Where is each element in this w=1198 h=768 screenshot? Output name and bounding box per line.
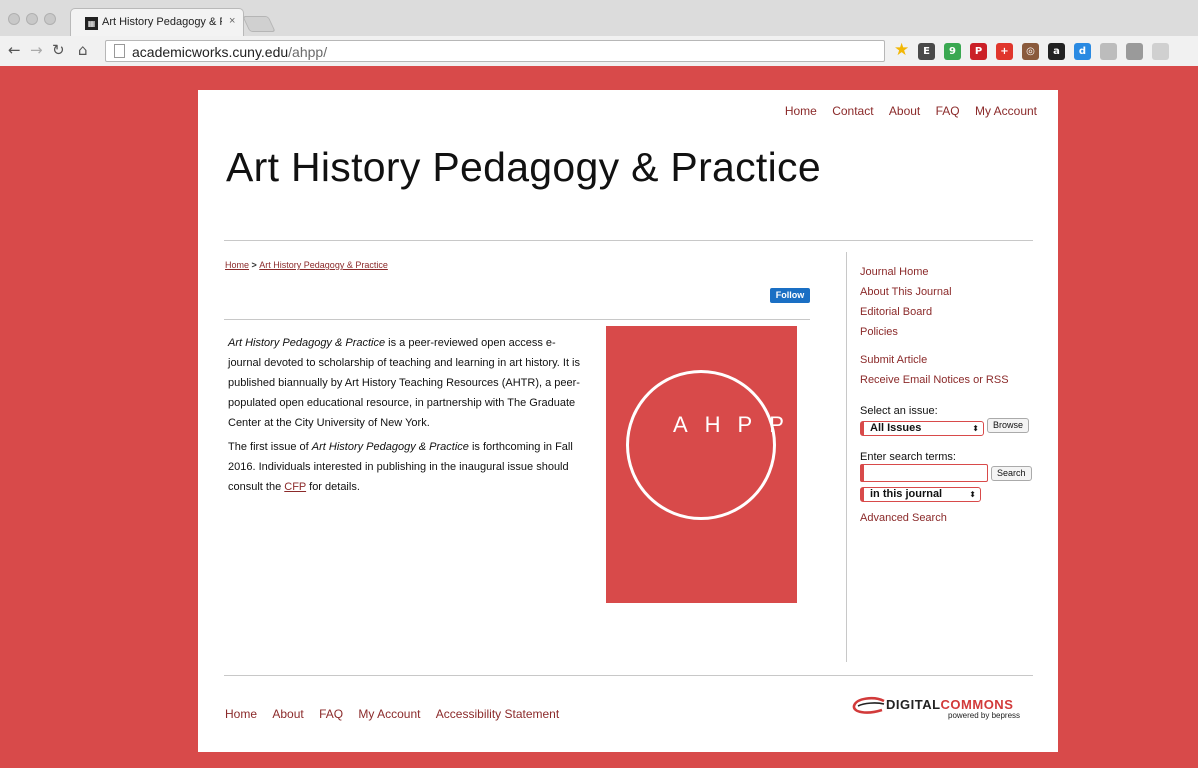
- top-navigation: Home Contact About FAQ My Account: [773, 104, 1037, 118]
- footer-navigation: Home About FAQ My Account Accessibility …: [213, 707, 559, 721]
- browse-button[interactable]: Browse: [987, 418, 1030, 433]
- hangouts-extension-icon[interactable]: 9: [944, 43, 961, 60]
- sidebar-editorial-board-link[interactable]: Editorial Board: [860, 302, 1040, 322]
- site-favicon-icon: ▦: [85, 17, 98, 30]
- footer-accessibility-link[interactable]: Accessibility Statement: [436, 707, 559, 721]
- select-arrows-icon: ⬍: [972, 424, 979, 433]
- sidebar-journal-home-link[interactable]: Journal Home: [860, 262, 1040, 282]
- sidebar: Journal Home About This Journal Editoria…: [860, 262, 1040, 528]
- search-button[interactable]: Search: [991, 466, 1032, 481]
- topnav-my-account-link[interactable]: My Account: [975, 104, 1037, 118]
- digital-commons-swoosh-icon: [852, 696, 885, 714]
- breadcrumb-current-link[interactable]: Art History Pedagogy & Practice: [259, 260, 388, 270]
- amazon-extension-icon[interactable]: a: [1048, 43, 1065, 60]
- reload-icon[interactable]: ↻: [52, 42, 65, 59]
- square-extension-icon[interactable]: [1126, 43, 1143, 60]
- sidebar-divider: [846, 252, 847, 662]
- content-divider: [224, 319, 810, 320]
- footer-faq-link[interactable]: FAQ: [319, 707, 343, 721]
- topnav-faq-link[interactable]: FAQ: [936, 104, 960, 118]
- footer-about-link[interactable]: About: [272, 707, 303, 721]
- search-terms-label: Enter search terms:: [860, 451, 956, 463]
- journal-cover-image: AHPP: [606, 326, 797, 603]
- tab-strip: ▦ Art History Pedagogy & Pr... ×: [0, 0, 1198, 36]
- sidebar-email-notices-link[interactable]: Receive Email Notices or RSS: [860, 370, 1040, 390]
- follow-button[interactable]: Follow: [770, 288, 810, 303]
- footer-my-account-link[interactable]: My Account: [358, 707, 420, 721]
- topnav-home-link[interactable]: Home: [785, 104, 817, 118]
- url-text: academicworks.cuny.edu/ahpp/: [132, 44, 328, 60]
- powered-by-text: powered by bepress: [948, 711, 1021, 720]
- page-container: Home Contact About FAQ My Account Art Hi…: [198, 90, 1058, 752]
- address-bar[interactable]: academicworks.cuny.edu/ahpp/: [105, 40, 885, 62]
- zoom-window-button[interactable]: [44, 13, 56, 25]
- intro-paragraph-2: The first issue of Art History Pedagogy …: [228, 441, 573, 493]
- new-tab-button[interactable]: [242, 16, 276, 32]
- journal-description: Art History Pedagogy & Practice is a pee…: [228, 333, 588, 501]
- digital-commons-logo[interactable]: DIGITALCOMMONS powered by bepress: [852, 692, 1036, 724]
- instagram-extension-icon[interactable]: ◎: [1022, 43, 1039, 60]
- intro-paragraph-1: Art History Pedagogy & Practice is a pee…: [228, 337, 580, 429]
- forward-arrow-icon[interactable]: →: [30, 42, 43, 59]
- tab-close-icon[interactable]: ×: [229, 15, 235, 27]
- diigo-extension-icon[interactable]: d: [1074, 43, 1091, 60]
- cfp-link[interactable]: CFP: [284, 481, 306, 493]
- cover-circle: AHPP: [626, 370, 801, 520]
- page-extension-icon[interactable]: [1100, 43, 1117, 60]
- footer-divider: [224, 675, 1033, 676]
- cover-letters: AHPP: [673, 412, 801, 437]
- browser-toolbar: ← → ↻ ⌂ academicworks.cuny.edu/ahpp/ ★ E…: [0, 36, 1198, 66]
- menu-extension-icon[interactable]: [1152, 43, 1169, 60]
- home-icon[interactable]: ⌂: [78, 42, 88, 59]
- browser-tab[interactable]: ▦ Art History Pedagogy & Pr... ×: [70, 8, 244, 36]
- site-title[interactable]: Art History Pedagogy & Practice: [226, 144, 821, 191]
- search-scope-select[interactable]: in this journal ⬍: [860, 487, 981, 502]
- browser-chrome: ▦ Art History Pedagogy & Pr... × ← → ↻ ⌂…: [0, 0, 1198, 66]
- sidebar-policies-link[interactable]: Policies: [860, 322, 1040, 342]
- plus-extension-icon[interactable]: +: [996, 43, 1013, 60]
- breadcrumb-separator: >: [249, 260, 260, 270]
- advanced-search-link[interactable]: Advanced Search: [860, 508, 1040, 528]
- search-input[interactable]: [860, 464, 988, 482]
- sidebar-about-journal-link[interactable]: About This Journal: [860, 282, 1040, 302]
- issue-select[interactable]: All Issues ⬍: [860, 421, 984, 436]
- bookmark-star-icon[interactable]: ★: [894, 41, 909, 59]
- digital-commons-wordmark: DIGITALCOMMONS: [886, 697, 1014, 712]
- select-issue-label: Select an issue:: [860, 405, 938, 417]
- footer-home-link[interactable]: Home: [225, 707, 257, 721]
- select-arrows-icon: ⬍: [969, 490, 976, 499]
- close-window-button[interactable]: [8, 13, 20, 25]
- topnav-about-link[interactable]: About: [889, 104, 920, 118]
- sidebar-submit-article-link[interactable]: Submit Article: [860, 350, 1040, 370]
- minimize-window-button[interactable]: [26, 13, 38, 25]
- breadcrumb: Home > Art History Pedagogy & Practice: [225, 260, 388, 270]
- evernote-extension-icon[interactable]: E: [918, 43, 935, 60]
- header-divider: [224, 240, 1033, 241]
- tab-title: Art History Pedagogy & Pr...: [102, 16, 222, 28]
- page-icon: [114, 44, 125, 58]
- topnav-contact-link[interactable]: Contact: [832, 104, 873, 118]
- pinterest-extension-icon[interactable]: P: [970, 43, 987, 60]
- breadcrumb-home-link[interactable]: Home: [225, 260, 249, 270]
- back-arrow-icon[interactable]: ←: [8, 42, 21, 59]
